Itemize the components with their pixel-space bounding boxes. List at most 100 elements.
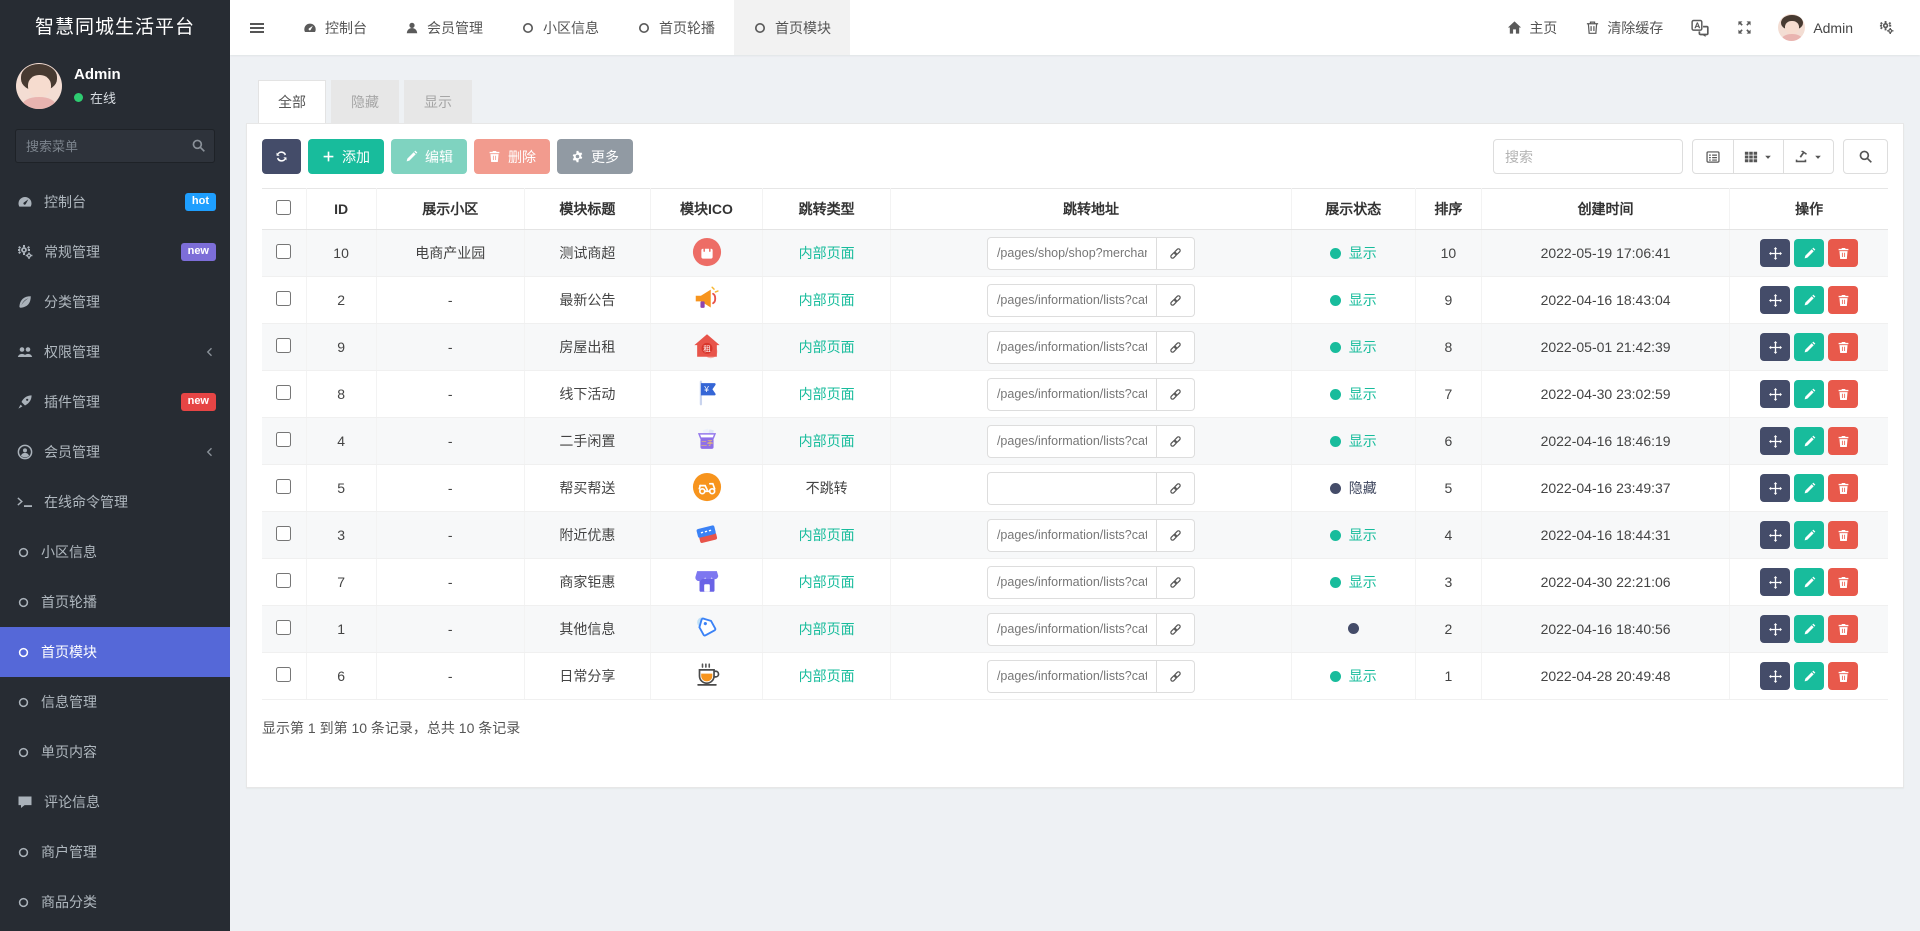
jump-url-input[interactable] [986, 565, 1157, 599]
edit-button[interactable]: 编辑 [391, 139, 467, 174]
topnav-tab-1[interactable]: 控制台 [284, 0, 386, 55]
column-header-id[interactable]: ID [305, 188, 377, 230]
row-drag-button[interactable] [1760, 239, 1791, 267]
column-header-community[interactable]: 展示小区 [375, 188, 525, 230]
link-button[interactable] [1156, 377, 1195, 411]
row-edit-button[interactable] [1794, 615, 1825, 643]
more-button[interactable]: 更多 [557, 139, 633, 174]
row-edit-button[interactable] [1794, 427, 1825, 455]
status-badge[interactable]: 显示 [1329, 337, 1377, 357]
row-delete-button[interactable] [1828, 427, 1859, 455]
status-badge[interactable]: 显示 [1329, 243, 1377, 263]
user-avatar[interactable] [16, 63, 62, 109]
link-button[interactable] [1156, 330, 1195, 364]
row-edit-button[interactable] [1794, 568, 1825, 596]
link-button[interactable] [1156, 424, 1195, 458]
filter-tab-2[interactable]: 隐藏 [331, 80, 399, 123]
link-button[interactable] [1156, 659, 1195, 693]
sidebar-search-input[interactable] [15, 129, 215, 163]
topnav-tab-2[interactable]: 会员管理 [386, 0, 502, 55]
link-button[interactable] [1156, 565, 1195, 599]
clear-cache-link[interactable]: 清除缓存 [1573, 0, 1675, 55]
row-edit-button[interactable] [1794, 380, 1825, 408]
link-button[interactable] [1156, 612, 1195, 646]
sidebar-item-5[interactable]: 插件管理 new [0, 377, 230, 427]
row-delete-button[interactable] [1828, 474, 1859, 502]
row-drag-button[interactable] [1760, 333, 1791, 361]
link-button[interactable] [1156, 283, 1195, 317]
row-checkbox[interactable] [276, 573, 292, 588]
status-badge[interactable]: 显示 [1329, 666, 1377, 686]
status-badge[interactable]: 显示 [1329, 290, 1377, 310]
export-button[interactable] [1783, 139, 1834, 174]
detail-view-button[interactable] [1692, 139, 1734, 174]
row-delete-button[interactable] [1828, 380, 1859, 408]
topnav-tab-3[interactable]: 小区信息 [502, 0, 618, 55]
row-checkbox[interactable] [276, 479, 292, 494]
filter-tab-3[interactable]: 显示 [404, 80, 472, 123]
navbar-user-menu[interactable]: Admin [1768, 14, 1863, 41]
columns-button[interactable] [1733, 139, 1784, 174]
row-delete-button[interactable] [1828, 333, 1859, 361]
select-all-checkbox[interactable] [276, 200, 292, 215]
status-badge[interactable]: 显示 [1329, 525, 1377, 545]
row-edit-button[interactable] [1794, 521, 1825, 549]
row-edit-button[interactable] [1794, 662, 1825, 690]
status-badge[interactable]: 显示 [1329, 572, 1377, 592]
jump-url-input[interactable] [986, 471, 1157, 505]
row-delete-button[interactable] [1828, 568, 1859, 596]
row-edit-button[interactable] [1794, 333, 1825, 361]
language-button[interactable] [1679, 0, 1721, 55]
row-drag-button[interactable] [1760, 662, 1791, 690]
sidebar-item-10[interactable]: 首页模块 [0, 627, 230, 677]
sidebar-item-15[interactable]: 商品分类 [0, 877, 230, 927]
topnav-tab-4[interactable]: 首页轮播 [618, 0, 734, 55]
fullscreen-button[interactable] [1725, 0, 1764, 55]
row-checkbox[interactable] [276, 526, 292, 541]
row-checkbox[interactable] [276, 432, 292, 447]
jump-url-input[interactable] [986, 283, 1157, 317]
row-drag-button[interactable] [1760, 380, 1791, 408]
column-header-created[interactable]: 创建时间 [1480, 188, 1730, 230]
row-drag-button[interactable] [1760, 286, 1791, 314]
sidebar-item-11[interactable]: 信息管理 [0, 677, 230, 727]
row-delete-button[interactable] [1828, 286, 1859, 314]
filter-tab-1[interactable]: 全部 [258, 80, 326, 123]
sidebar-item-12[interactable]: 单页内容 [0, 727, 230, 777]
row-checkbox[interactable] [276, 244, 292, 259]
jump-url-input[interactable] [986, 236, 1157, 270]
row-drag-button[interactable] [1760, 615, 1791, 643]
sidebar-item-7[interactable]: 在线命令管理 [0, 477, 230, 527]
row-checkbox[interactable] [276, 667, 292, 682]
row-checkbox[interactable] [276, 338, 292, 353]
jump-url-input[interactable] [986, 330, 1157, 364]
settings-button[interactable] [1867, 0, 1906, 55]
row-checkbox[interactable] [276, 291, 292, 306]
jump-url-input[interactable] [986, 377, 1157, 411]
column-header-title[interactable]: 模块标题 [523, 188, 651, 230]
link-button[interactable] [1156, 471, 1195, 505]
column-header-status[interactable]: 展示状态 [1290, 188, 1416, 230]
column-header-sort[interactable]: 排序 [1414, 188, 1482, 230]
row-drag-button[interactable] [1760, 427, 1791, 455]
status-badge[interactable]: 隐藏 [1329, 478, 1377, 498]
link-button[interactable] [1156, 518, 1195, 552]
status-badge[interactable] [1347, 623, 1359, 634]
jump-url-input[interactable] [986, 518, 1157, 552]
row-edit-button[interactable] [1794, 239, 1825, 267]
sidebar-item-4[interactable]: 权限管理 [0, 327, 230, 377]
row-checkbox[interactable] [276, 385, 292, 400]
row-delete-button[interactable] [1828, 615, 1859, 643]
refresh-button[interactable] [262, 139, 301, 174]
status-badge[interactable]: 显示 [1329, 384, 1377, 404]
sidebar-item-9[interactable]: 首页轮播 [0, 577, 230, 627]
delete-button[interactable]: 删除 [474, 139, 550, 174]
status-badge[interactable]: 显示 [1329, 431, 1377, 451]
row-delete-button[interactable] [1828, 662, 1859, 690]
sidebar-item-8[interactable]: 小区信息 [0, 527, 230, 577]
jump-url-input[interactable] [986, 424, 1157, 458]
row-delete-button[interactable] [1828, 521, 1859, 549]
topnav-tab-5[interactable]: 首页模块 [734, 0, 850, 55]
jump-url-input[interactable] [986, 659, 1157, 693]
row-edit-button[interactable] [1794, 286, 1825, 314]
